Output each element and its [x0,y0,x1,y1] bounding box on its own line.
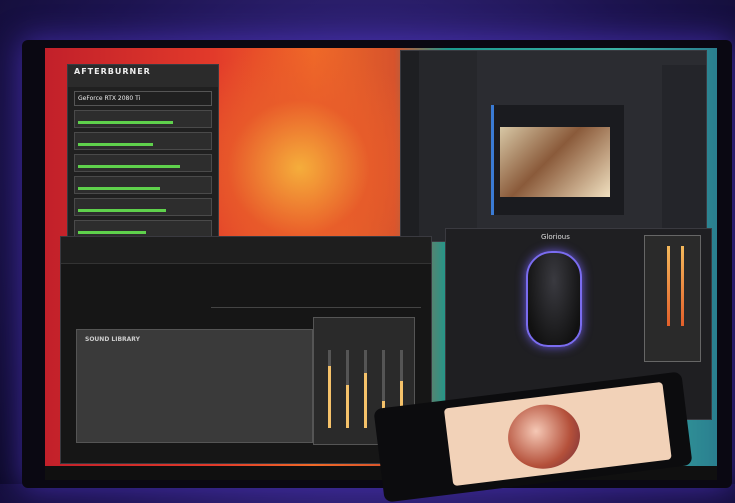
rgb-slider[interactable] [667,246,670,326]
rgb-settings-panel [644,235,701,362]
photo-scene: { "scene": { "description_visible_text":… [0,0,735,503]
metric-bar [78,165,180,168]
hardware-window-title: AFTERBURNER [68,65,218,87]
rgb-slider[interactable] [681,246,684,326]
sound-library-panel: SOUND LIBRARY [76,329,313,443]
audio-app-tabs[interactable] [211,291,421,308]
tablet-screen [443,381,672,487]
metric-row [74,176,212,194]
metric-row [74,110,212,128]
metric-row [74,198,212,216]
audio-app-titlebar [61,237,431,264]
hardware-monitor-window: AFTERBURNER GeForce RTX 2080 Ti [67,64,219,256]
chat-app-window [400,50,707,242]
tablet-artwork [504,400,584,473]
video-embed[interactable] [491,105,624,215]
mouse-brand-label: Glorious [541,233,570,241]
metric-bar [78,231,146,234]
metric-bar [78,143,153,146]
video-thumbnail[interactable] [500,127,610,197]
gpu-name-box: GeForce RTX 2080 Ti [74,91,212,106]
metric-bar [78,121,174,124]
mouse-preview [526,251,582,347]
eq-slider[interactable] [364,350,367,428]
metric-row [74,132,212,150]
metric-bar [78,209,167,212]
sound-library-title: SOUND LIBRARY [85,336,140,343]
metric-bar [78,187,160,190]
eq-slider[interactable] [346,350,349,428]
eq-slider[interactable] [328,350,331,428]
channel-list[interactable] [419,51,477,241]
server-list[interactable] [401,51,419,241]
member-list[interactable] [662,65,706,241]
message-area [477,65,662,241]
metric-row [74,154,212,172]
